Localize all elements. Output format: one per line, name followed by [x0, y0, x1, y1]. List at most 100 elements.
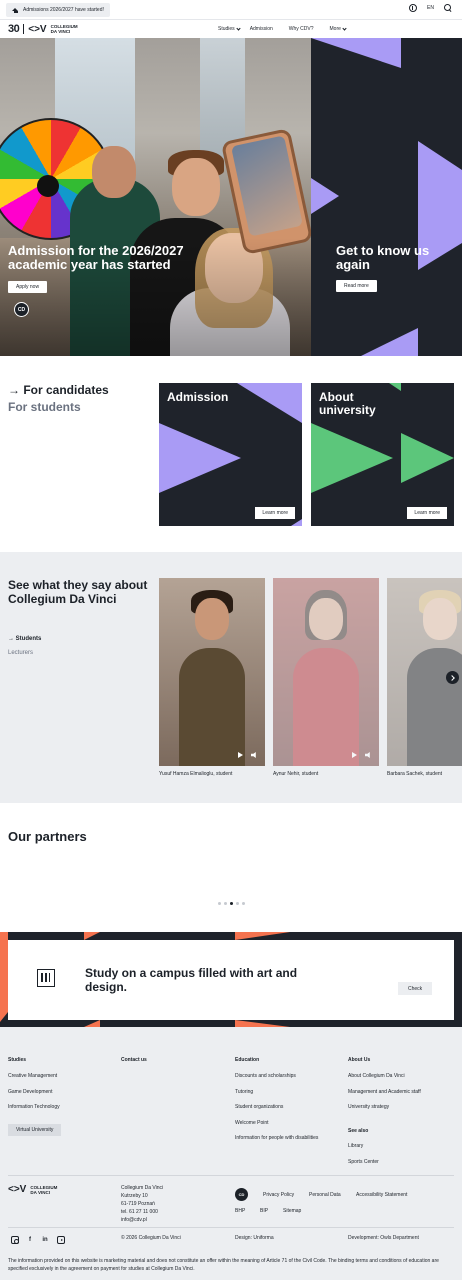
hero-triangles	[311, 38, 462, 356]
video-person-head	[423, 598, 457, 640]
lecturers-tab[interactable]: Lecturers	[8, 650, 33, 656]
logo-name-line2: DA VINCI	[50, 29, 71, 34]
photo-person-head	[172, 158, 220, 216]
language-switch[interactable]: EN	[427, 5, 434, 11]
hero-shape-3	[311, 178, 339, 214]
address-line: Kutrzeby 10	[121, 1193, 148, 1199]
copyright: © 2026 Collegium Da Vinci	[121, 1235, 181, 1241]
pagination-dot[interactable]	[242, 902, 245, 905]
youtube-icon[interactable]	[57, 1236, 65, 1244]
nav-more[interactable]: More	[330, 25, 347, 32]
pagination-dot-active[interactable]	[230, 902, 233, 905]
pagination-dot[interactable]	[218, 902, 221, 905]
footer-heading-about: About Us	[348, 1057, 371, 1063]
graduation-cap-icon	[12, 7, 19, 13]
logo-30: 30	[8, 23, 20, 35]
main-nav: Studies Admission Why CDV? More	[218, 25, 347, 32]
admission-learn-more-button[interactable]: Learn more	[255, 507, 295, 519]
tile-shape-1	[389, 383, 401, 391]
logo-divider	[23, 24, 25, 34]
footer-link[interactable]: Creative Management	[8, 1073, 57, 1079]
play-icon[interactable]	[352, 752, 357, 758]
prize-wheel-hub	[37, 175, 59, 197]
admission-tile-shapes	[159, 383, 302, 526]
footer-logo-line2: DA VINCI	[30, 1189, 50, 1195]
check-button[interactable]: Check	[398, 982, 433, 995]
video-caption: Aynur Nehir, student	[273, 771, 319, 777]
privacy-policy-link[interactable]: Privacy Policy	[263, 1192, 294, 1198]
footer-link[interactable]: Sports Center	[348, 1159, 379, 1165]
footer-link[interactable]: Library	[348, 1143, 363, 1149]
campus-shape-3	[235, 932, 290, 940]
video-caption: Barbara Sachek, student	[387, 771, 443, 777]
nav-admission-label: Admission	[249, 26, 273, 32]
tile-shape-3	[401, 433, 454, 483]
hero-shape-4	[361, 328, 418, 356]
pagination-dot[interactable]	[224, 902, 227, 905]
bhp-link[interactable]: BHP	[235, 1208, 245, 1214]
footer-address: Collegium Da Vinci Kutrzeby 10 61-719 Po…	[121, 1184, 163, 1224]
hero-right-title: Get to know us again	[336, 243, 430, 272]
nav-admission[interactable]: Admission	[250, 26, 273, 32]
footer-link[interactable]: Management and Academic staff	[348, 1089, 421, 1095]
instagram-icon[interactable]	[11, 1236, 19, 1244]
footer-link[interactable]: Discounts and scholarships	[235, 1073, 296, 1079]
footer-logo-line1: COLLEGIUM	[30, 1184, 58, 1190]
footer-link[interactable]: Tutoring	[235, 1089, 253, 1095]
carousel-next-button[interactable]	[446, 671, 459, 684]
read-more-button[interactable]: Read more	[336, 280, 377, 292]
video-person-body	[179, 648, 245, 766]
footer-logo[interactable]: <>V COLLEGIUM DA VINCI	[8, 1184, 57, 1195]
footer-link[interactable]: Student organizations	[235, 1104, 283, 1110]
hero-dark-panel	[311, 38, 462, 356]
footer-heading-contact[interactable]: Contact us	[121, 1057, 147, 1063]
apply-now-button[interactable]: Apply now	[8, 281, 48, 293]
for-candidates-tab[interactable]: → For candidates	[8, 383, 109, 397]
play-icon[interactable]	[238, 752, 243, 758]
campus-shape-5	[235, 1020, 290, 1027]
bip-link[interactable]: BIP	[260, 1208, 268, 1214]
virtual-university-button[interactable]: Virtual University	[8, 1124, 62, 1136]
address-phone[interactable]: tel. 61 27 11 000	[121, 1208, 163, 1216]
video-card[interactable]	[159, 578, 265, 766]
footer-cd-badge[interactable]: CD	[235, 1188, 248, 1201]
campus-text: Study on a campus filled with art and de…	[85, 966, 298, 994]
personal-data-link[interactable]: Personal Data	[309, 1192, 341, 1198]
facebook-icon[interactable]: f	[26, 1236, 34, 1244]
chevron-down-icon	[236, 25, 241, 31]
footer-heading-see-also: See also	[348, 1128, 369, 1134]
for-students-tab[interactable]: For students	[8, 400, 81, 414]
students-tab[interactable]: → Students	[8, 636, 41, 642]
linkedin-icon[interactable]: in	[41, 1236, 49, 1244]
development-credit[interactable]: Development: Owls Department	[348, 1235, 419, 1241]
footer-heading-education: Education	[235, 1057, 260, 1063]
footer-link[interactable]: About Collegium Da Vinci	[348, 1073, 405, 1079]
video-card[interactable]	[273, 578, 379, 766]
footer-link[interactable]: Welcome Point	[235, 1120, 269, 1126]
footer-link[interactable]: University strategy	[348, 1104, 389, 1110]
footer-link[interactable]: Game Development	[8, 1089, 52, 1095]
search-icon[interactable]	[444, 4, 452, 12]
design-credit[interactable]: Design: Uniforma	[235, 1235, 274, 1241]
admission-announcement[interactable]: Admissions 2026/2027 have started!	[6, 3, 110, 17]
photo-person-head	[92, 146, 136, 198]
address-email[interactable]: info@cdv.pl	[121, 1216, 163, 1224]
cd-badge[interactable]: CD	[14, 302, 29, 317]
nav-studies[interactable]: Studies	[218, 25, 241, 32]
sitemap-link[interactable]: Sitemap	[283, 1208, 301, 1214]
admission-tile[interactable]: Admission Learn more	[159, 383, 302, 526]
footer	[0, 1027, 462, 1280]
accessibility-icon[interactable]	[409, 4, 418, 12]
pagination-dot[interactable]	[236, 902, 239, 905]
footer-link[interactable]: Information for people with disabilities	[235, 1135, 318, 1141]
nav-why-cdv[interactable]: Why CDV?	[289, 26, 314, 32]
about-learn-more-button[interactable]: Learn more	[407, 507, 447, 519]
about-university-tile[interactable]: About university Learn more	[311, 383, 454, 526]
hero-shape-1	[311, 38, 401, 68]
footer-logo-mark: <>V	[8, 1184, 27, 1195]
video-caption: Yusuf Hamza Elmalioglu, student	[159, 771, 233, 777]
accessibility-statement-link[interactable]: Accessibility Statement	[356, 1192, 407, 1198]
footer-link[interactable]: Information Technology	[8, 1104, 60, 1110]
cdv-logo[interactable]: 30 <>V COLLEGIUM DA VINCI	[8, 23, 78, 35]
partners-title: Our partners	[8, 829, 87, 844]
